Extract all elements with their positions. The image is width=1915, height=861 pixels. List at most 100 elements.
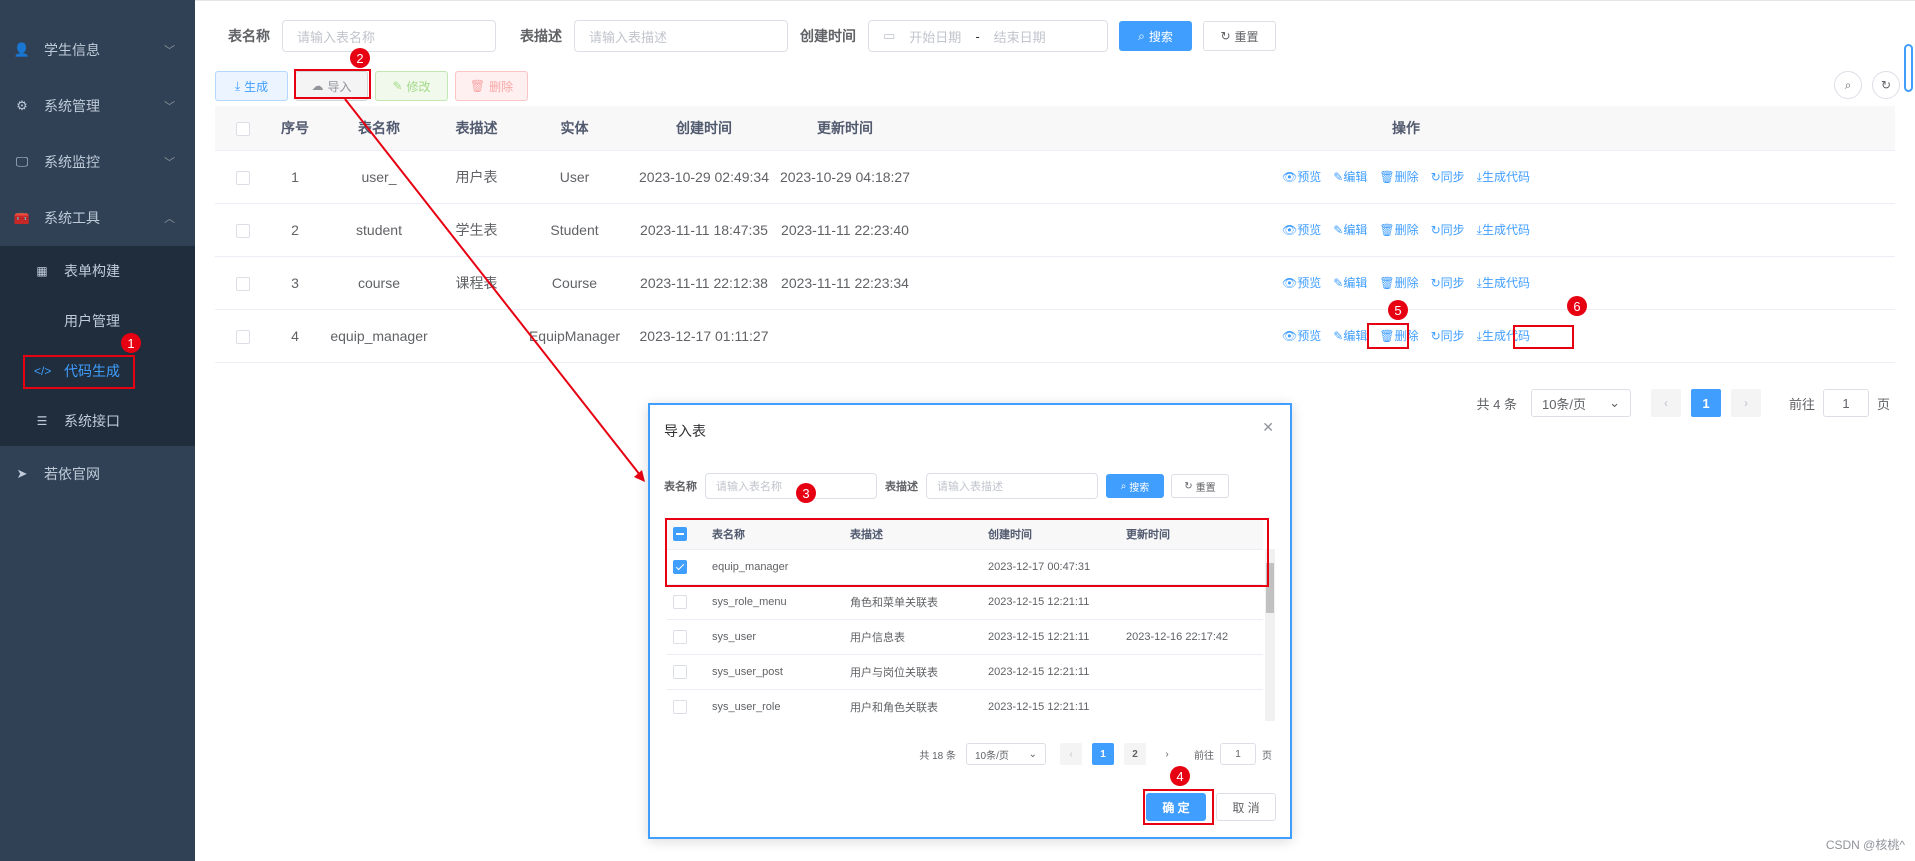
table-name-input[interactable]: 请输入表名称	[282, 20, 496, 52]
dialog-page-1-button[interactable]: 1	[1092, 743, 1114, 765]
generate-label: 生成	[244, 79, 269, 94]
sidebar-item-system-tools[interactable]: 🧰 系统工具 ︿	[0, 190, 195, 246]
dialog-reset-button[interactable]: ↻ 重置	[1171, 474, 1229, 498]
refresh-button[interactable]: ↻	[1872, 71, 1900, 99]
row-checkbox[interactable]	[673, 594, 687, 609]
page-1-button[interactable]: 1	[1690, 389, 1721, 417]
dialog-goto-input[interactable]: 1	[1220, 743, 1256, 765]
preview-link[interactable]: 👁预览	[1282, 221, 1321, 238]
search-toggle-button[interactable]: ⌕	[1834, 71, 1862, 99]
edit-label: 修改	[406, 79, 431, 94]
row-checkbox[interactable]	[236, 223, 250, 238]
next-page-button[interactable]: ›	[1730, 389, 1761, 417]
close-icon[interactable]: ✕	[1262, 419, 1274, 436]
search-icon: ⌕	[1844, 77, 1852, 92]
dialog-search-button[interactable]: ⌕ 搜索	[1106, 474, 1164, 498]
row-no: 3	[271, 256, 319, 310]
edit-link[interactable]: ✎编辑	[1333, 327, 1367, 344]
generate-button[interactable]: ⤓ 生成	[215, 71, 288, 101]
sync-link[interactable]: ↻同步	[1431, 274, 1465, 291]
gen-code-link[interactable]: ⤓生成代码	[1477, 274, 1530, 291]
gen-code-link[interactable]: ⤓生成代码	[1477, 221, 1530, 238]
goto-page-input[interactable]: 1	[1822, 389, 1869, 417]
row-table-name: user_	[319, 150, 439, 204]
dialog-table-row[interactable]: sys_role_menu 角色和菜单关联表 2023-12-15 12:21:…	[667, 584, 1263, 620]
preview-link[interactable]: 👁预览	[1282, 168, 1321, 185]
sliders-icon: ☰	[36, 414, 48, 428]
toolbar: ⤓ 生成 ☁ 导入 ✎ 修改 🗑 删除	[215, 71, 528, 101]
dialog-table-row[interactable]: sys_user_role 用户和角色关联表 2023-12-15 12:21:…	[667, 689, 1263, 723]
cancel-button[interactable]: 取 消	[1216, 793, 1276, 821]
gen-code-link[interactable]: ⤓生成代码	[1477, 168, 1530, 185]
sync-link[interactable]: ↻同步	[1431, 168, 1465, 185]
end-date-input[interactable]: 结束日期	[994, 27, 1046, 46]
chevron-up-icon: ︿	[164, 213, 175, 225]
row-entity: User	[514, 150, 635, 204]
page-size-select[interactable]: 10条/页 ⌄	[1530, 389, 1631, 417]
dialog-table-row[interactable]: sys_user_post 用户与岗位关联表 2023-12-15 12:21:…	[667, 654, 1263, 690]
page-scrollbar[interactable]	[1904, 44, 1913, 92]
delete-link[interactable]: 🗑删除	[1379, 168, 1418, 185]
dialog-table-name-input[interactable]: 请输入表名称	[705, 473, 877, 499]
row-created: 2023-12-17 01:11:27	[635, 309, 773, 363]
row-entity: EquipManager	[514, 309, 635, 363]
dialog-title: 导入表	[664, 423, 706, 439]
sync-link[interactable]: ↻同步	[1431, 221, 1465, 238]
submenu-system-tools: ▦ 表单构建 用户管理 </> 代码生成 ☰ 系统接口	[0, 246, 195, 446]
sidebar-item-system-monitor[interactable]: 🖵 系统监控 ﹀	[0, 134, 195, 190]
page-unit-label: 页	[1876, 396, 1890, 412]
sidebar-item-ruoyi-site[interactable]: ➤ 若依官网	[0, 446, 195, 502]
sidebar-item-form-builder[interactable]: ▦ 表单构建	[0, 246, 195, 296]
row-checkbox[interactable]	[236, 276, 250, 291]
sidebar-item-student-info[interactable]: 👤 学生信息 ﹀	[0, 22, 195, 78]
search-button[interactable]: ⌕ 搜索	[1119, 21, 1192, 51]
refresh-icon: ↻	[1184, 480, 1193, 492]
dialog-table-desc-input[interactable]: 请输入表描述	[926, 473, 1098, 499]
delete-button[interactable]: 🗑 删除	[455, 71, 528, 101]
dialog-page-size-value: 10条/页	[975, 750, 1009, 762]
sidebar-item-user-management[interactable]: 用户管理	[0, 296, 195, 346]
col-header: 创建时间	[635, 106, 773, 151]
dialog-next-page-button[interactable]: ›	[1156, 743, 1178, 765]
delete-link[interactable]: 🗑删除	[1379, 274, 1418, 291]
sidebar-item-label: 表单构建	[64, 263, 120, 279]
row-checkbox[interactable]	[236, 329, 250, 344]
row-checkbox[interactable]	[673, 629, 687, 644]
row-checkbox[interactable]	[673, 699, 687, 714]
dialog-search-form: 表名称 请输入表名称 表描述 请输入表描述 ⌕ 搜索 ↻ 重置	[664, 473, 1229, 499]
preview-link[interactable]: 👁预览	[1282, 327, 1321, 344]
chevron-right-icon: ›	[1165, 748, 1169, 760]
delete-link[interactable]: 🗑删除	[1379, 221, 1418, 238]
sidebar-item-label: 系统接口	[64, 413, 120, 429]
row-updated: 2023-11-11 22:23:40	[773, 203, 917, 257]
search-form: 表名称 请输入表名称 表描述 请输入表描述 创建时间 ▭ 开始日期 - 结束日期…	[228, 20, 1276, 52]
sync-link[interactable]: ↻同步	[1431, 327, 1465, 344]
edit-button[interactable]: ✎ 修改	[375, 71, 448, 101]
dialog-page-2-button[interactable]: 2	[1124, 743, 1146, 765]
row-entity: Student	[514, 203, 635, 257]
edit-link[interactable]: ✎编辑	[1333, 168, 1367, 185]
start-date-input[interactable]: 开始日期	[909, 27, 961, 46]
dialog-table-row[interactable]: sys_user 用户信息表 2023-12-15 12:21:11 2023-…	[667, 619, 1263, 655]
date-range-picker[interactable]: ▭ 开始日期 - 结束日期	[868, 20, 1108, 52]
reset-button[interactable]: ↻ 重置	[1203, 21, 1276, 51]
row-created: 2023-11-11 18:47:35	[635, 203, 773, 257]
prev-page-button[interactable]: ‹	[1650, 389, 1681, 417]
dialog-prev-page-button[interactable]: ‹	[1060, 743, 1082, 765]
row-checkbox[interactable]	[673, 664, 687, 679]
sidebar-item-system-admin[interactable]: ⚙ 系统管理 ﹀	[0, 78, 195, 134]
edit-link[interactable]: ✎编辑	[1333, 274, 1367, 291]
col-header: 实体	[514, 106, 635, 151]
select-all-cell[interactable]	[215, 106, 271, 151]
row-created: 2023-12-15 12:21:11	[988, 689, 1126, 723]
row-updated	[773, 309, 917, 363]
annotation-box	[665, 518, 1269, 587]
edit-link[interactable]: ✎编辑	[1333, 221, 1367, 238]
row-checkbox[interactable]	[236, 170, 250, 185]
dialog-page-size-select[interactable]: 10条/页 ⌄	[966, 743, 1046, 765]
table-desc-input[interactable]: 请输入表描述	[574, 20, 788, 52]
select-all-checkbox[interactable]	[236, 121, 250, 136]
preview-link[interactable]: 👁预览	[1282, 274, 1321, 291]
sidebar-item-system-api[interactable]: ☰ 系统接口	[0, 396, 195, 446]
row-table-name: sys_user_post	[712, 654, 850, 690]
